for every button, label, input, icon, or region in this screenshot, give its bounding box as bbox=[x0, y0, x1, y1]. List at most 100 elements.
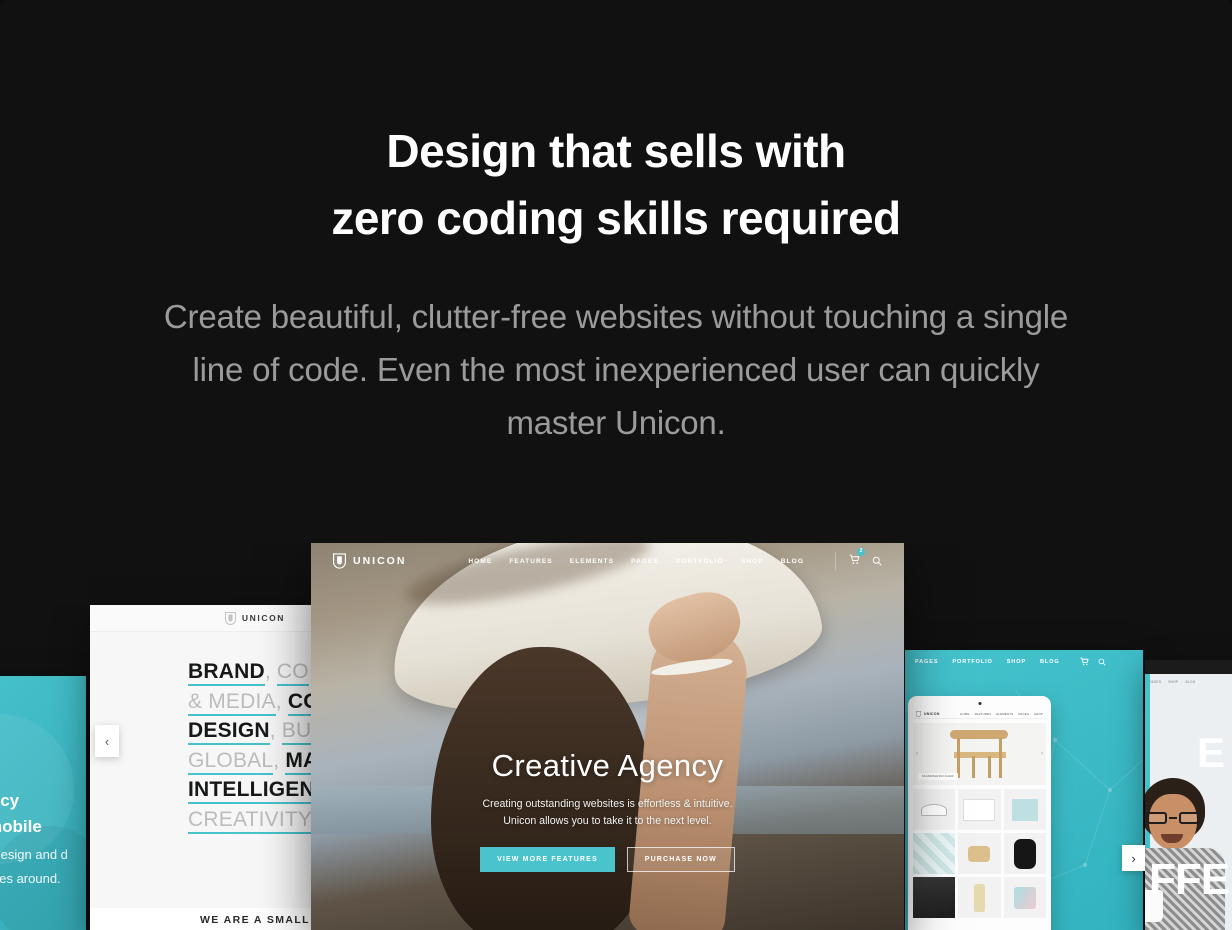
unicon-logo-icon bbox=[916, 711, 921, 717]
tablet-brand: UNICON bbox=[924, 712, 940, 716]
product-cell[interactable] bbox=[958, 833, 1001, 874]
tablet-navbar: UNICON HOME FEATURES ELEMENTS PAGES SHOP bbox=[913, 710, 1046, 719]
product-cell[interactable] bbox=[913, 833, 956, 874]
far-left-body: is to design and d Themes around. bbox=[0, 843, 68, 891]
slide-far-left[interactable]: gency & mobile is to design and d Themes… bbox=[0, 676, 86, 930]
book-product bbox=[963, 798, 996, 821]
tablet-prev-arrow-icon[interactable]: ‹ bbox=[916, 751, 918, 757]
far-right-topbar bbox=[1145, 660, 1232, 674]
unicon-logo-icon bbox=[224, 611, 236, 625]
box-product bbox=[1011, 798, 1038, 821]
menu-item-home[interactable]: HOME bbox=[468, 558, 492, 565]
lamp-product bbox=[921, 803, 948, 816]
center-mockup-menu: HOME FEATURES ELEMENTS PAGES PORTFOLIO S… bbox=[468, 548, 882, 570]
tablet-menu-item[interactable]: HOME bbox=[960, 712, 969, 716]
tablet-hero-product: ‹ SCANDINAVIAN CHAIR › bbox=[913, 723, 1046, 785]
center-mockup-brand-text: UNICON bbox=[353, 555, 407, 567]
product-cell[interactable] bbox=[913, 789, 956, 830]
center-mockup-button-group: VIEW MORE FEATURES PURCHASE NOW bbox=[311, 847, 904, 872]
far-right-big-text-1: E bbox=[1197, 729, 1225, 776]
tablet-menu-item[interactable]: FEATURES bbox=[975, 712, 992, 716]
far-left-body-line-1: is to design and d bbox=[0, 847, 68, 862]
paragraph-line-1: Creating outstanding websites is effortl… bbox=[482, 798, 733, 810]
tablet-menu: HOME FEATURES ELEMENTS PAGES SHOP bbox=[960, 712, 1043, 716]
slide-right[interactable]: PAGES PORTFOLIO SHOP BLOG UNICON HOME FE… bbox=[905, 650, 1143, 930]
menu-item-pages[interactable]: PAGES bbox=[631, 558, 659, 565]
slide-far-right[interactable]: PAGES SHOP BLOG E FFER bbox=[1145, 660, 1232, 930]
slider-prev-button[interactable]: ‹ bbox=[95, 725, 119, 757]
left-mockup-brand: UNICON bbox=[241, 613, 286, 623]
far-right-navbar: PAGES SHOP BLOG bbox=[1145, 674, 1232, 690]
product-cell[interactable] bbox=[1003, 877, 1046, 918]
cart-count-badge: 2 bbox=[857, 548, 865, 556]
watch-product bbox=[1013, 838, 1036, 869]
center-mockup-icon-group: 2 bbox=[835, 548, 882, 570]
product-cell[interactable] bbox=[958, 789, 1001, 830]
tablet-product-grid bbox=[913, 789, 1046, 918]
bottle-product bbox=[973, 883, 985, 912]
menu-item-pages[interactable]: PAGES bbox=[915, 659, 938, 665]
far-left-body-line-2: Themes around. bbox=[0, 871, 61, 886]
tablet-menu-item[interactable]: ELEMENTS bbox=[996, 712, 1013, 716]
slider-next-button[interactable]: › bbox=[1122, 845, 1145, 871]
tablet-camera-dot bbox=[978, 702, 981, 705]
tablet-menu-item[interactable]: SHOP bbox=[1034, 712, 1043, 716]
paragraph-line-2: Unicon allows you to take it to the next… bbox=[503, 815, 712, 827]
menu-item-blog[interactable]: BLOG bbox=[1185, 680, 1195, 684]
center-mockup-hero: Creative Agency Creating outstanding web… bbox=[311, 748, 904, 872]
menu-item-portfolio[interactable]: PORTFOLIO bbox=[676, 558, 724, 565]
tablet-mockup: UNICON HOME FEATURES ELEMENTS PAGES SHOP… bbox=[908, 696, 1051, 930]
menu-item-portfolio[interactable]: PORTFOLIO bbox=[952, 659, 992, 665]
person-photo bbox=[1145, 778, 1225, 930]
search-icon[interactable] bbox=[872, 556, 882, 566]
far-left-heading-line-2: & mobile bbox=[0, 817, 42, 836]
center-mockup-navbar: UNICON HOME FEATURES ELEMENTS PAGES PORT… bbox=[311, 543, 904, 579]
menu-item-pages[interactable]: PAGES bbox=[1149, 680, 1161, 684]
purchase-now-button[interactable]: PURCHASE NOW bbox=[626, 847, 735, 872]
mug-product bbox=[1013, 886, 1036, 909]
stool-product bbox=[968, 845, 991, 862]
chair-leg bbox=[998, 738, 1002, 778]
menu-item-shop[interactable]: SHOP bbox=[1168, 680, 1178, 684]
far-left-heading: gency & mobile bbox=[0, 788, 42, 840]
search-icon[interactable] bbox=[1098, 658, 1106, 666]
center-mockup-brand[interactable]: UNICON bbox=[333, 553, 406, 569]
dark-product bbox=[913, 877, 956, 918]
view-more-features-button[interactable]: VIEW MORE FEATURES bbox=[480, 847, 615, 872]
far-right-big-text-2: FFER bbox=[1149, 855, 1232, 904]
hero-section: Design that sells with zero coding skill… bbox=[0, 0, 1232, 449]
menu-item-elements[interactable]: ELEMENTS bbox=[570, 558, 614, 565]
glasses-icon bbox=[1147, 812, 1199, 824]
tablet-product-tag: SCANDINAVIAN CHAIR bbox=[918, 773, 958, 780]
menu-item-shop[interactable]: SHOP bbox=[741, 558, 764, 565]
center-mockup-headline: Creative Agency bbox=[491, 748, 724, 783]
chair-leg bbox=[971, 756, 975, 778]
chair-leg bbox=[956, 738, 960, 778]
glasses-lens-left bbox=[1147, 812, 1167, 824]
chair-leg bbox=[987, 756, 991, 778]
glasses-bridge bbox=[1169, 817, 1177, 819]
menu-item-blog[interactable]: BLOG bbox=[1040, 659, 1060, 665]
hero-title-line-2: zero coding skills required bbox=[331, 192, 901, 244]
tablet-next-arrow-icon[interactable]: › bbox=[1041, 751, 1043, 757]
menu-item-features[interactable]: FEATURES bbox=[509, 558, 552, 565]
far-left-heading-line-1: gency bbox=[0, 791, 20, 810]
hero-title-line-1: Design that sells with bbox=[386, 125, 846, 177]
menu-item-blog[interactable]: BLOG bbox=[781, 558, 804, 565]
product-cell[interactable] bbox=[1003, 789, 1046, 830]
cart-button[interactable]: 2 bbox=[849, 548, 865, 570]
page-title: Design that sells with zero coding skill… bbox=[0, 118, 1232, 252]
product-cell[interactable] bbox=[958, 877, 1001, 918]
unicon-logo-icon bbox=[333, 553, 346, 569]
product-cell[interactable] bbox=[913, 877, 956, 918]
menu-item-shop[interactable]: SHOP bbox=[1007, 659, 1026, 665]
center-mockup-paragraph: Creating outstanding websites is effortl… bbox=[311, 796, 904, 830]
slide-center-featured[interactable]: UNICON HOME FEATURES ELEMENTS PAGES PORT… bbox=[311, 543, 904, 930]
tablet-menu-item[interactable]: PAGES bbox=[1018, 712, 1029, 716]
hero-subtitle: Create beautiful, clutter-free websites … bbox=[163, 298, 1069, 441]
right-mockup-icon-group bbox=[1079, 657, 1106, 666]
cart-icon[interactable] bbox=[1079, 657, 1089, 666]
glasses-lens-right bbox=[1179, 812, 1199, 824]
pattern-product bbox=[913, 833, 956, 874]
product-cell[interactable] bbox=[1003, 833, 1046, 874]
